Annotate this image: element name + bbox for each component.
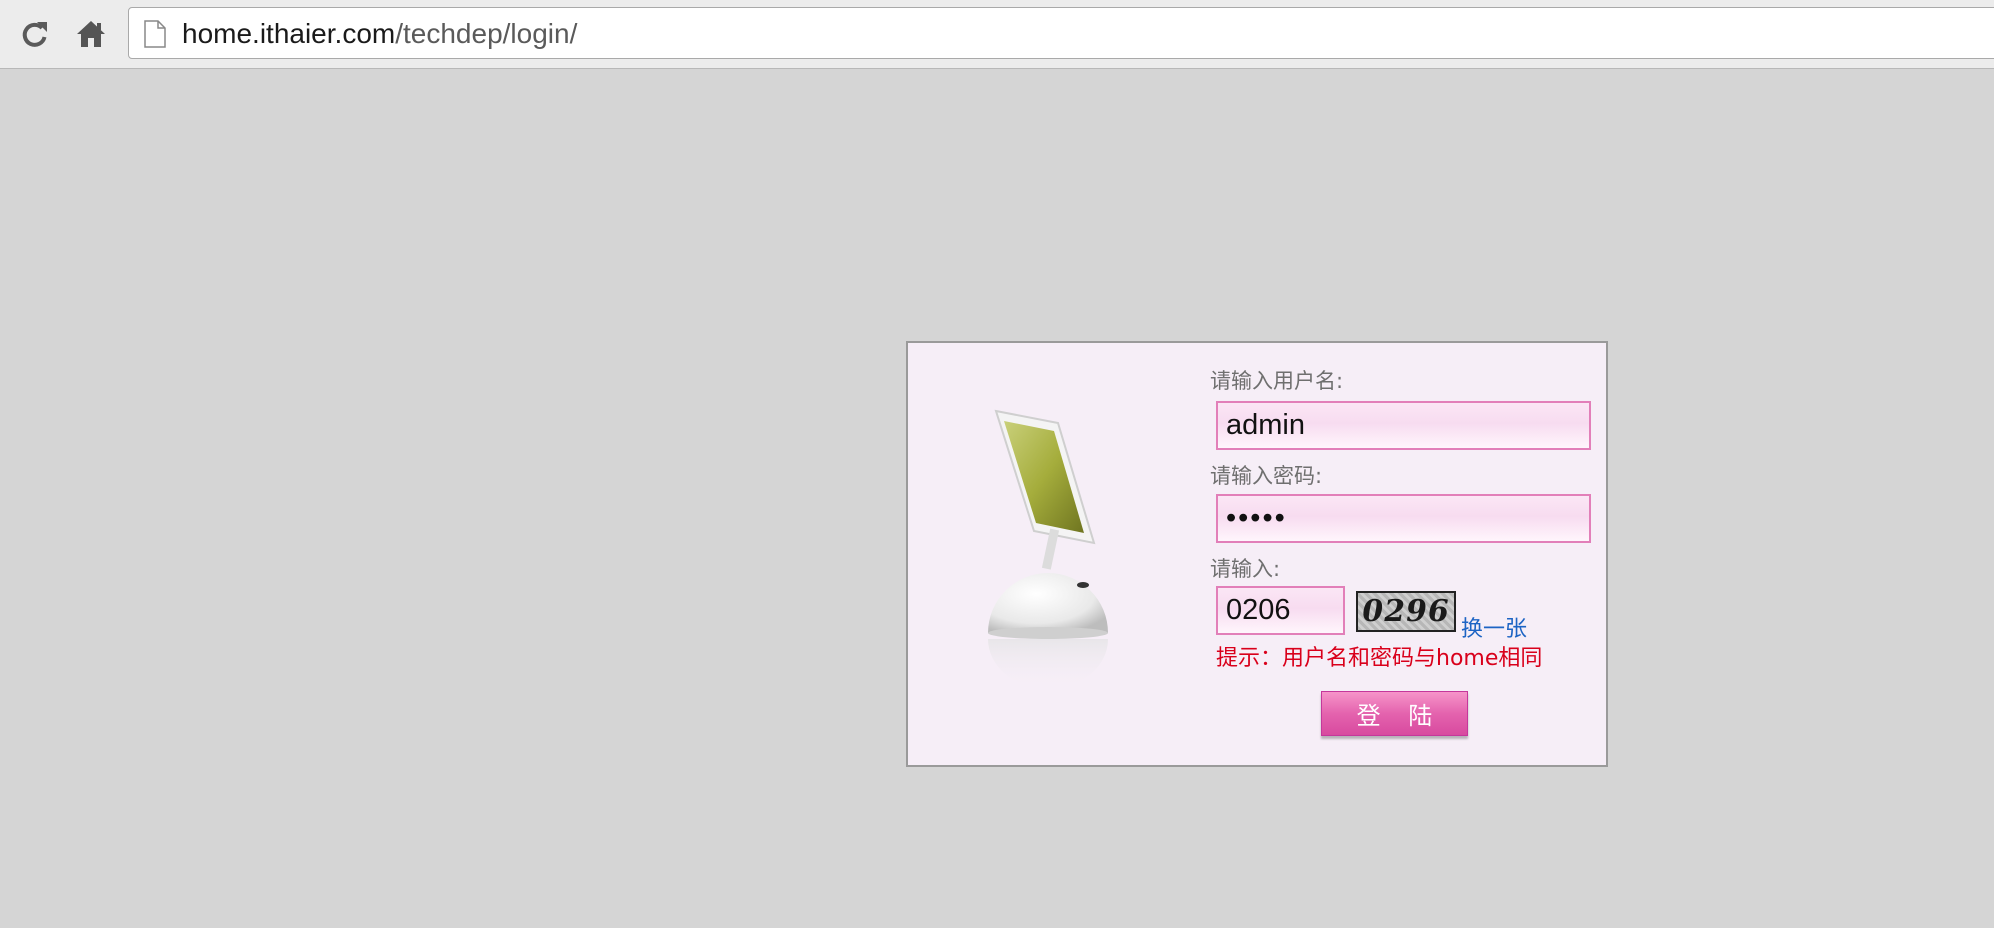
reload-button[interactable] [15,14,55,54]
home-icon [77,21,105,47]
login-panel: 请输入用户名: 请输入密码: 请输入: 0296 换一张 提示：用户名和密码与h… [906,341,1608,767]
refresh-captcha-link[interactable]: 换一张 [1461,611,1527,643]
captcha-image-text: 0296 [1359,594,1453,629]
captcha-image[interactable]: 0296 [1356,591,1456,632]
document-icon [144,20,166,48]
url-path: /techdep/login/ [395,18,578,49]
captcha-field[interactable] [1216,586,1345,635]
url-host: home.ithaier.com [182,18,396,49]
password-label: 请输入密码: [1210,464,1323,488]
login-button[interactable]: 登 陆 [1321,691,1468,736]
url-text: home.ithaier.com/techdep/login/ [182,18,577,50]
home-button[interactable] [71,14,111,54]
reload-icon [22,22,47,47]
browser-toolbar: home.ithaier.com/techdep/login/ [0,0,1994,69]
computer-illustration [988,409,1108,689]
login-hint: 提示：用户名和密码与home相同 [1216,646,1543,671]
username-field[interactable] [1216,401,1591,450]
username-label: 请输入用户名: [1210,369,1344,393]
address-bar[interactable]: home.ithaier.com/techdep/login/ [128,7,1994,59]
password-field[interactable] [1216,494,1591,543]
captcha-label: 请输入: [1210,557,1281,581]
